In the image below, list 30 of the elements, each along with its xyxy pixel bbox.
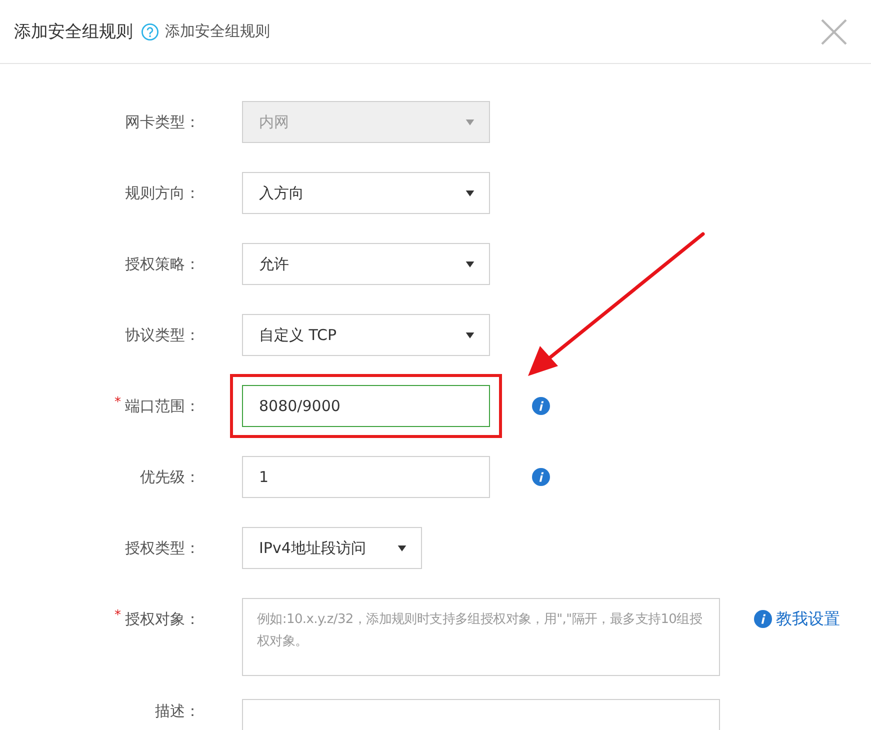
field-label: 优先级： bbox=[140, 467, 200, 488]
field-label: 授权对象： bbox=[125, 609, 200, 630]
caret-icon bbox=[397, 543, 407, 553]
field-label: 授权策略： bbox=[125, 254, 200, 275]
input-field[interactable]: 8080/9000 bbox=[242, 385, 490, 427]
required-mark: * bbox=[114, 607, 121, 625]
dropdown[interactable]: 入方向 bbox=[242, 172, 490, 214]
dialog-title: 添加安全组规则 bbox=[14, 21, 133, 43]
help-link[interactable]: 教我设置 bbox=[754, 598, 871, 640]
caret-icon bbox=[465, 117, 475, 127]
caret-icon bbox=[465, 330, 475, 340]
help-icon[interactable] bbox=[141, 22, 159, 40]
text-area[interactable]: 例如:10.x.y.z/32，添加规则时支持多组授权对象，用","隔开，最多支持10组授权对象。 bbox=[242, 598, 720, 676]
caret-icon bbox=[465, 259, 475, 269]
required-mark: * bbox=[114, 394, 121, 412]
input-field[interactable] bbox=[242, 699, 720, 730]
field-label: 协议类型： bbox=[125, 325, 200, 346]
dropdown[interactable]: 允许 bbox=[242, 243, 490, 285]
input-field[interactable]: 1 bbox=[242, 456, 490, 498]
dialog-subtitle: 添加安全组规则 bbox=[165, 22, 270, 41]
close-icon[interactable] bbox=[821, 18, 847, 44]
field-label: 网卡类型： bbox=[125, 112, 200, 133]
field-label: 端口范围： bbox=[125, 396, 200, 417]
field-label: 描述： bbox=[155, 701, 200, 722]
caret-icon bbox=[465, 188, 475, 198]
field-label: 规则方向： bbox=[125, 183, 200, 204]
dropdown[interactable]: 自定义 TCP bbox=[242, 314, 490, 356]
info-icon bbox=[754, 610, 772, 628]
field-label: 授权类型： bbox=[125, 538, 200, 559]
dropdown[interactable]: IPv4地址段访问 bbox=[242, 527, 422, 569]
